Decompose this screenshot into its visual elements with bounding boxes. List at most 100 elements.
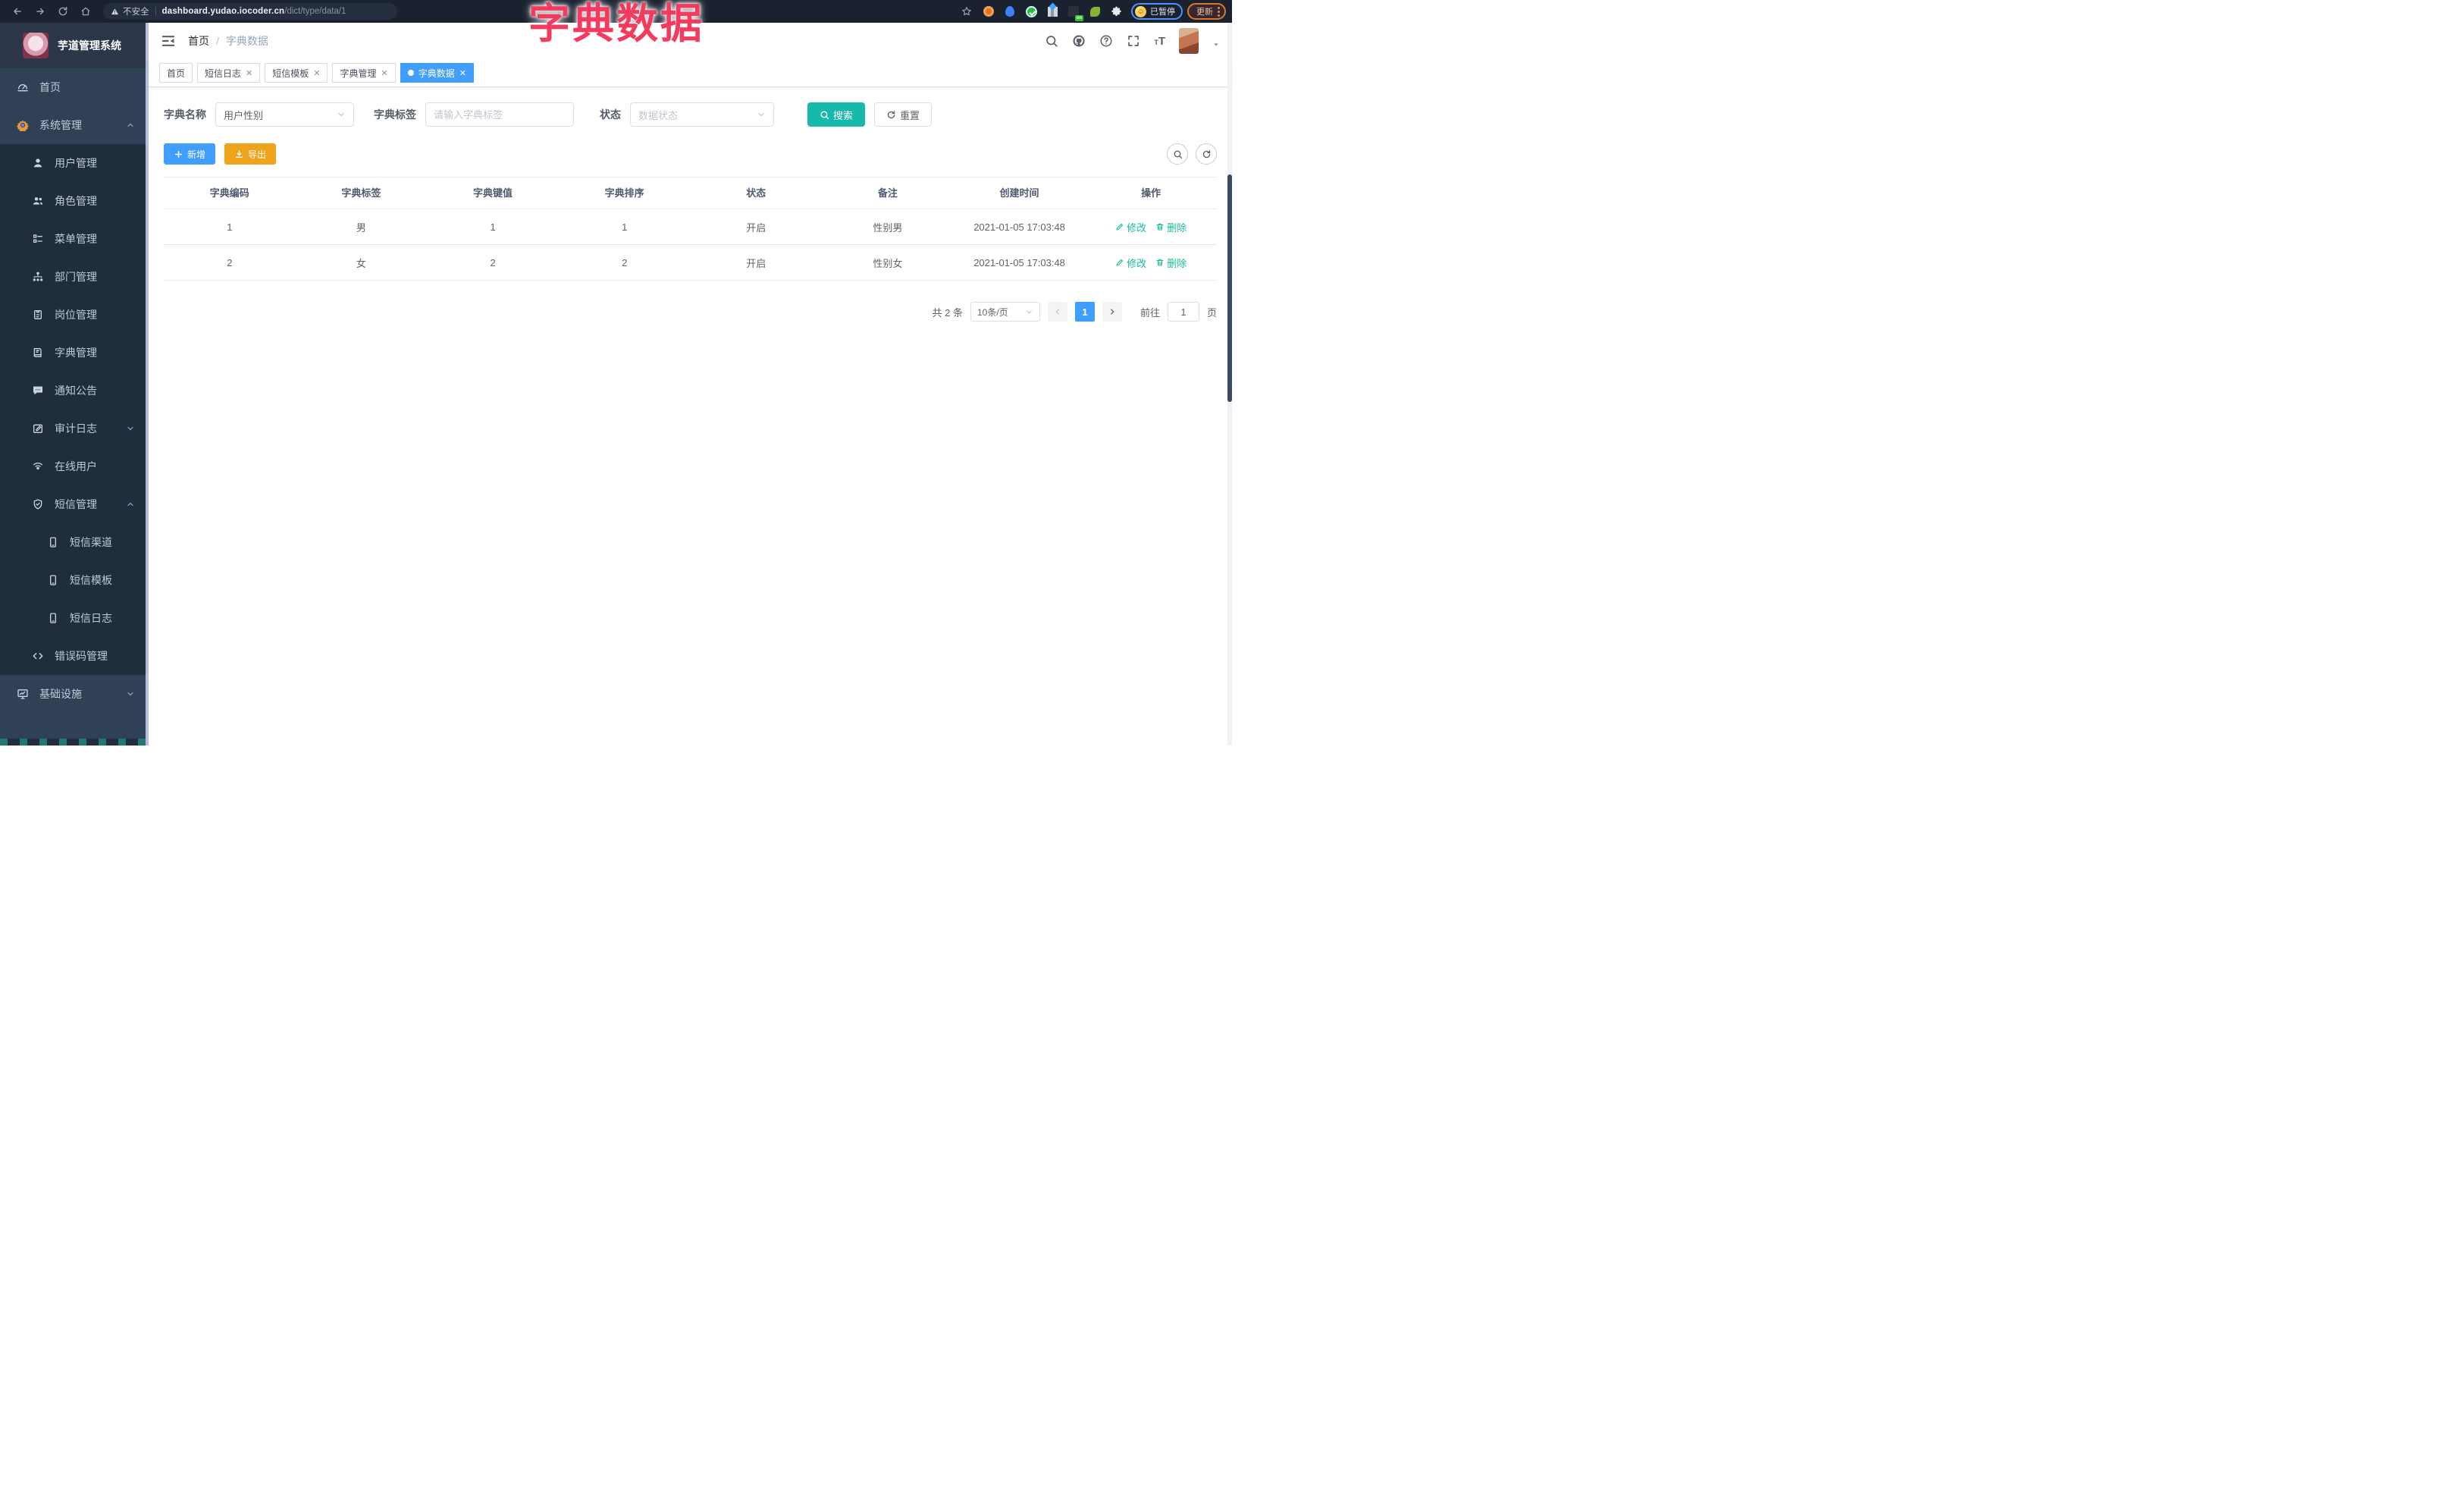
- edit-link[interactable]: 修改: [1115, 220, 1146, 234]
- font-size-icon[interactable]: TT: [1154, 35, 1165, 48]
- back-icon[interactable]: [10, 4, 25, 19]
- sidebar-item-label: 短信模板: [70, 574, 112, 586]
- goto-page-input[interactable]: [1167, 302, 1199, 322]
- toggle-search-button[interactable]: [1167, 143, 1188, 165]
- col-header: 字典键值: [427, 177, 559, 209]
- delete-link[interactable]: 删除: [1155, 220, 1187, 234]
- extension-check-icon[interactable]: [1024, 5, 1038, 18]
- update-button[interactable]: 更新: [1187, 3, 1226, 20]
- extensions-puzzle-icon[interactable]: [1109, 5, 1123, 18]
- sidebar-item-posts[interactable]: 岗位管理: [0, 296, 149, 334]
- update-label: 更新: [1196, 8, 1213, 17]
- reset-button-label: 重置: [900, 109, 920, 121]
- col-header: 操作: [1085, 177, 1217, 209]
- screen: 不安全 dashboard.yudao.iocoder.cn /dict/typ…: [0, 0, 1232, 746]
- tab-dict-manage[interactable]: 字典管理 ✕: [332, 63, 396, 83]
- window-scrollbar[interactable]: [1227, 23, 1232, 746]
- sidebar-item-label: 短信管理: [55, 498, 97, 510]
- sidebar-logo[interactable]: 芋道管理系统: [0, 23, 149, 68]
- home-icon[interactable]: [78, 4, 93, 19]
- breadcrumb-home[interactable]: 首页: [188, 33, 209, 49]
- cell-status: 开启: [690, 209, 823, 245]
- forward-icon[interactable]: [33, 4, 48, 19]
- status-select[interactable]: 数据状态: [630, 102, 774, 127]
- tab-dict-data[interactable]: 字典数据 ✕: [400, 63, 474, 83]
- refresh-table-button[interactable]: [1196, 143, 1217, 165]
- help-icon[interactable]: [1099, 34, 1113, 48]
- tab-sms-log[interactable]: 短信日志 ✕: [197, 63, 261, 83]
- chevron-right-icon: [1111, 309, 1114, 315]
- cell-label: 男: [295, 209, 428, 245]
- add-button[interactable]: 新增: [164, 143, 216, 165]
- chevron-down-icon: [127, 692, 133, 696]
- sidebar-item-sms[interactable]: 短信管理: [0, 485, 149, 523]
- bookmark-star-icon[interactable]: [959, 4, 974, 19]
- tab-home[interactable]: 首页: [159, 63, 193, 83]
- table-toolbar: 新增 导出: [164, 143, 1217, 165]
- hamburger-collapse-icon[interactable]: [161, 33, 176, 49]
- page-content: 字典名称 用户性别 字典标签 状态 数据状态 搜索: [149, 87, 1232, 322]
- chevron-left-icon: [1055, 309, 1059, 315]
- extension-switch-icon[interactable]: on: [1067, 5, 1083, 21]
- tab-sms-template[interactable]: 短信模板 ✕: [265, 63, 328, 83]
- dict-label-label: 字典标签: [374, 108, 416, 121]
- header-actions: TT: [1045, 28, 1220, 54]
- delete-link-label: 删除: [1167, 257, 1187, 269]
- sidebar-item-roles[interactable]: 角色管理: [0, 182, 149, 220]
- address-bar[interactable]: 不安全 dashboard.yudao.iocoder.cn /dict/typ…: [103, 3, 397, 20]
- sidebar-item-label: 短信渠道: [70, 536, 112, 548]
- sidebar-item-sms-channel[interactable]: 短信渠道: [0, 523, 149, 561]
- next-page-button[interactable]: [1102, 302, 1122, 322]
- page-size-select[interactable]: 10条/页: [970, 302, 1040, 322]
- edit-link[interactable]: 修改: [1115, 256, 1146, 270]
- search-icon[interactable]: [1045, 34, 1058, 48]
- reset-button[interactable]: 重置: [874, 102, 933, 127]
- prev-page-button[interactable]: [1047, 302, 1067, 322]
- github-icon[interactable]: [1072, 34, 1086, 48]
- extension-stats-icon[interactable]: [1045, 5, 1059, 18]
- sidebar-item-online-users[interactable]: 在线用户: [0, 447, 149, 485]
- window-scrollbar-thumb[interactable]: [1227, 174, 1232, 402]
- browser-menu-icon[interactable]: [1218, 6, 1220, 17]
- sidebar-item-system[interactable]: 系统管理: [0, 106, 149, 144]
- close-icon[interactable]: ✕: [246, 68, 252, 78]
- delete-link[interactable]: 删除: [1155, 256, 1187, 270]
- dict-name-select[interactable]: 用户性别: [215, 102, 354, 127]
- search-button[interactable]: 搜索: [807, 102, 866, 127]
- sidebar-item-notices[interactable]: 通知公告: [0, 372, 149, 410]
- fullscreen-icon[interactable]: [1127, 34, 1140, 48]
- active-tab-dot: [407, 70, 414, 76]
- mobile-icon: [50, 613, 56, 623]
- sidebar-item-menus[interactable]: 菜单管理: [0, 220, 149, 258]
- close-icon[interactable]: ✕: [381, 68, 388, 78]
- col-header: 备注: [822, 177, 954, 209]
- sidebar-item-sms-log[interactable]: 短信日志: [0, 599, 149, 637]
- export-button[interactable]: 导出: [224, 143, 277, 165]
- profile-chip[interactable]: ☺ 已暂停: [1131, 3, 1183, 20]
- sidebar-item-departments[interactable]: 部门管理: [0, 258, 149, 296]
- extension-on-badge: on: [1074, 15, 1083, 21]
- sidebar-item-dict[interactable]: 字典管理: [0, 334, 149, 372]
- page-number-current[interactable]: 1: [1074, 302, 1095, 322]
- sidebar: 芋道管理系统 首页 系统管理 用户管理 角色管理 菜单管理 部门管理 岗位管理 …: [0, 23, 149, 746]
- reload-icon[interactable]: [55, 4, 71, 19]
- extension-drop-icon[interactable]: [1003, 5, 1017, 18]
- user-avatar[interactable]: [1179, 28, 1199, 54]
- extension-adblock-icon[interactable]: [982, 5, 995, 18]
- extension-leaf-icon[interactable]: [1088, 5, 1102, 18]
- cell-actions: 修改 删除: [1085, 209, 1217, 245]
- mobile-icon: [50, 537, 56, 548]
- sidebar-item-infrastructure[interactable]: 基础设施: [0, 675, 149, 713]
- sidebar-item-audit-log[interactable]: 审计日志: [0, 410, 149, 447]
- close-icon[interactable]: ✕: [313, 68, 320, 78]
- sidebar-item-users[interactable]: 用户管理: [0, 144, 149, 182]
- sidebar-item-label: 首页: [39, 81, 61, 93]
- chevron-down-icon: [758, 112, 764, 117]
- close-icon[interactable]: ✕: [459, 68, 466, 78]
- sidebar-item-sms-template[interactable]: 短信模板: [0, 561, 149, 599]
- avatar-caret-icon[interactable]: [1212, 41, 1220, 49]
- dict-label-input[interactable]: [434, 108, 566, 121]
- sidebar-item-home[interactable]: 首页: [0, 68, 149, 106]
- tab-label: 首页: [167, 67, 186, 79]
- sidebar-item-error-codes[interactable]: 错误码管理: [0, 637, 149, 675]
